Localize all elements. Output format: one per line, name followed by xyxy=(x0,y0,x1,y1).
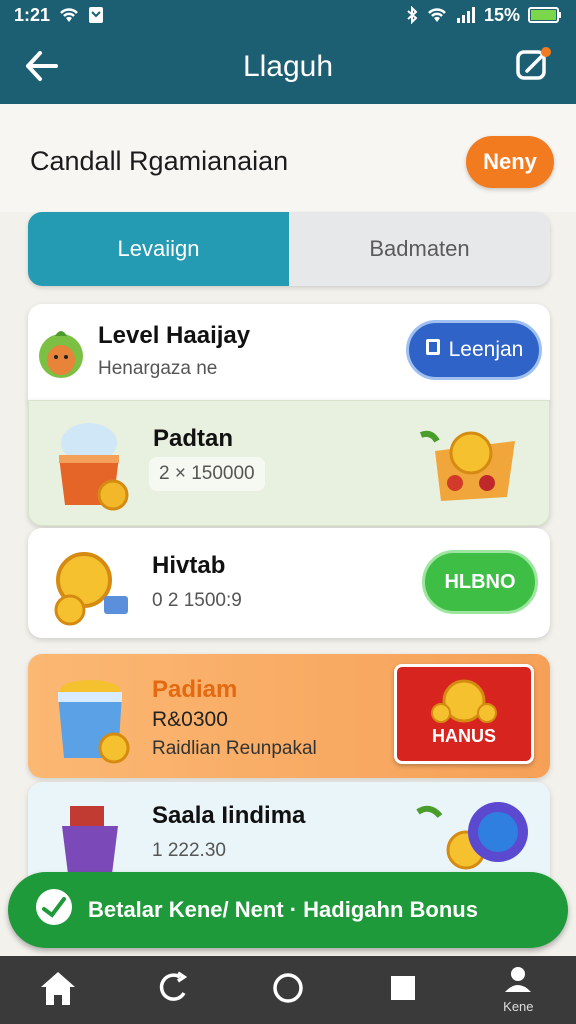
back-button[interactable] xyxy=(22,48,62,88)
list-item[interactable]: Padiam R&0300 Raidlian Reunpakal HANUS xyxy=(28,654,550,778)
nav-refresh[interactable] xyxy=(133,956,213,1024)
new-button[interactable]: Neny xyxy=(466,136,554,188)
home-icon xyxy=(38,969,78,1012)
circle-icon xyxy=(271,971,305,1010)
nav-profile[interactable]: Kene xyxy=(478,956,558,1024)
card-value: 2 × 150000 xyxy=(149,457,265,491)
card-subtitle: Raidlian Reunpakal xyxy=(152,738,317,759)
nav-home[interactable] xyxy=(18,956,98,1024)
coins-stack-icon xyxy=(429,673,499,734)
refresh-icon xyxy=(154,969,192,1012)
tab-badmaten[interactable]: Badmaten xyxy=(289,212,550,286)
card-title: Saala Iindima xyxy=(152,802,306,829)
profile-icon xyxy=(503,966,533,997)
bonus-button-label: HANUS xyxy=(431,726,496,746)
bluetooth-icon xyxy=(406,6,418,24)
segmented-tabs: Levaiign Badmaten xyxy=(28,212,550,286)
compose-button[interactable] xyxy=(514,46,554,86)
app-bar: Llaguh xyxy=(0,30,576,104)
action-bar-label: Betalar Kene/ Nent · Hadigahn Bonus xyxy=(88,897,478,922)
learn-button-label: Leenjan xyxy=(448,338,524,361)
card-value: 0 2 1500:9 xyxy=(152,590,242,611)
nav-circle[interactable] xyxy=(248,956,328,1024)
coffee-cup-icon xyxy=(49,415,133,516)
hlbno-button[interactable]: HLBNO xyxy=(422,550,538,614)
page-title: Candall Rgamianaian xyxy=(30,146,289,176)
battery-icon xyxy=(528,6,562,24)
nav-profile-label: Kene xyxy=(503,999,534,1014)
notification-icon xyxy=(88,6,104,24)
cell-signal-icon xyxy=(456,6,476,24)
wifi-icon xyxy=(58,6,80,24)
card-title: Padtan xyxy=(153,425,234,452)
list-item[interactable]: Level Haaijay Henargaza ne Leenjan xyxy=(28,304,550,402)
bonus-button[interactable]: HANUS xyxy=(394,664,534,764)
check-leaf-icon xyxy=(34,887,74,933)
list-item[interactable]: Hivtab 0 2 1500:9 HLBNO xyxy=(28,528,550,638)
compose-icon xyxy=(515,45,553,88)
tab-levaiign[interactable]: Levaiign xyxy=(28,212,289,286)
card-value: 1 222.30 xyxy=(152,840,226,861)
book-icon xyxy=(425,338,441,362)
card-title: Hivtab xyxy=(152,552,226,579)
status-bar: 1:21 15% xyxy=(0,0,576,30)
food-basket-icon xyxy=(415,421,525,512)
list-item[interactable]: Padtan 2 × 150000 xyxy=(28,400,550,526)
gift-cup-icon xyxy=(56,800,130,879)
status-time: 1:21 xyxy=(14,4,51,25)
app-title: Llaguh xyxy=(242,50,334,83)
coins-icon xyxy=(48,544,140,631)
battery-percent: 15% xyxy=(483,4,520,25)
card-title: Padiam xyxy=(152,676,238,703)
avatar-icon xyxy=(36,326,86,385)
coin-badge-icon xyxy=(414,794,530,879)
card-title: Level Haaijay xyxy=(98,322,251,349)
coin-jar-icon xyxy=(46,668,136,769)
card-amount: R&0300 xyxy=(152,708,228,731)
back-arrow-icon xyxy=(24,50,60,87)
learn-button[interactable]: Leenjan xyxy=(406,320,542,380)
square-icon xyxy=(388,973,418,1008)
card-subtitle: Henargaza ne xyxy=(98,358,218,379)
bonus-action-bar[interactable]: Betalar Kene/ Nent · Hadigahn Bonus xyxy=(8,872,568,948)
bottom-navigation: Kene xyxy=(0,956,576,1024)
wifi-signal-icon xyxy=(426,6,448,24)
nav-square[interactable] xyxy=(363,956,443,1024)
